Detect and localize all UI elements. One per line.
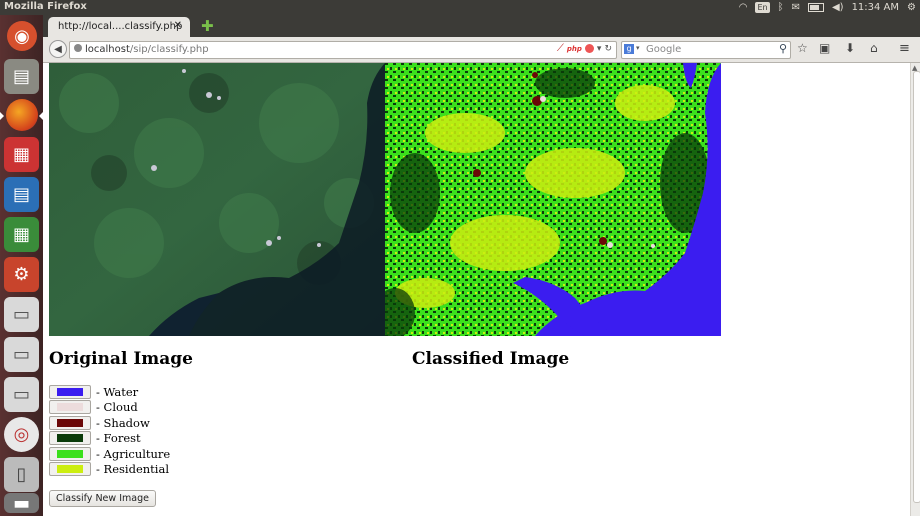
legend-label: - Water [96, 384, 139, 399]
search-placeholder: Google [646, 44, 682, 55]
legend-row: - Shadow [49, 415, 170, 431]
window-title: Mozilla Firefox [4, 1, 87, 12]
legend-swatch-button[interactable] [49, 431, 91, 446]
bookmark-star-icon[interactable]: ☆ [797, 41, 808, 55]
system-top-bar: Mozilla Firefox ◠ En ᛒ ✉ ◀) 11:34 AM ⚙ [0, 0, 920, 15]
url-extras: ⟋ php ▾ ↻ [557, 43, 612, 54]
menu-icon[interactable]: ≡ [899, 41, 910, 56]
legend-label: - Residential [96, 462, 169, 477]
home-icon[interactable]: ⌂ [870, 41, 878, 55]
downloads-icon[interactable]: ⬇ [845, 41, 855, 55]
legend-label: - Cloud [96, 400, 138, 415]
legend-row: - Cloud [49, 400, 170, 416]
search-engine-dropdown-icon[interactable]: ▾ [636, 44, 640, 52]
legend-swatch-button[interactable] [49, 446, 91, 461]
legend-color-swatch [57, 434, 83, 443]
google-engine-icon[interactable]: g [624, 44, 634, 54]
legend-label: - Forest [96, 431, 141, 446]
vertical-scrollbar[interactable]: ▲ [910, 63, 920, 516]
legend-color-swatch [57, 449, 83, 458]
legend-swatch-button[interactable] [49, 400, 91, 415]
clock[interactable]: 11:34 AM [852, 0, 899, 15]
trash-icon[interactable]: ▬ [4, 493, 39, 514]
system-tray: ◠ En ᛒ ✉ ◀) 11:34 AM ⚙ [739, 0, 916, 15]
calc-icon[interactable]: ▦ [4, 217, 39, 252]
dropdown-arrow-icon[interactable]: ▾ [597, 44, 602, 54]
drive-icon[interactable]: ▭ [4, 377, 39, 412]
scrollbar-thumb[interactable] [913, 71, 920, 503]
site-identity-icon[interactable] [74, 44, 82, 52]
original-image-caption: Original Image [49, 349, 193, 369]
bluetooth-icon[interactable]: ᛒ [778, 0, 784, 15]
url-host: localhost [85, 44, 130, 55]
tab-title: http://local....classify.php [58, 21, 183, 32]
active-app-indicator [0, 112, 4, 120]
php-extension-badge[interactable]: php [567, 45, 582, 53]
volume-icon[interactable]: ◀) [832, 0, 844, 15]
legend-color-swatch [57, 403, 83, 412]
legend-label: - Shadow [96, 415, 150, 430]
page-content: Original Image Classified Image - Water -… [43, 63, 910, 516]
url-bar[interactable]: localhost/sip/classify.php ⟋ php ▾ ↻ [69, 41, 617, 59]
new-tab-icon[interactable]: ✚ [201, 17, 214, 35]
wifi-icon[interactable]: ◠ [739, 0, 748, 15]
classify-new-image-button[interactable]: Classify New Image [49, 490, 156, 507]
system-settings-icon[interactable]: ⚙ [4, 257, 39, 292]
class-legend: - Water - Cloud - Shadow - Forest - Agricult… [49, 384, 170, 477]
classified-image-caption: Classified Image [412, 349, 570, 369]
firefox-icon[interactable] [6, 99, 38, 131]
legend-label: - Agriculture [96, 446, 171, 461]
drive-icon[interactable]: ▭ [4, 297, 39, 332]
back-button[interactable]: ◀ [49, 40, 67, 58]
url-path: /sip/classify.php [129, 44, 209, 55]
legend-color-swatch [57, 465, 83, 474]
ubuntu-extension-icon[interactable] [584, 44, 594, 53]
keyboard-layout-indicator[interactable]: En [755, 2, 770, 13]
writer-icon[interactable]: ▤ [4, 177, 39, 212]
original-satellite-image [49, 63, 385, 336]
browser-tab[interactable]: http://local....classify.php ✕ [48, 17, 190, 37]
search-icon[interactable]: ⚲ [779, 42, 787, 55]
legend-color-swatch [57, 387, 83, 396]
search-bar[interactable]: g ▾ Google ⚲ [621, 41, 791, 59]
legend-swatch-button[interactable] [49, 384, 91, 399]
ubuntu-dash-icon[interactable]: ◉ [7, 21, 37, 51]
files-icon[interactable]: ▤ [4, 59, 39, 94]
legend-swatch-button[interactable] [49, 462, 91, 477]
cd-icon[interactable]: ◎ [4, 417, 39, 452]
classified-image [385, 63, 721, 336]
url-text: localhost/sip/classify.php [85, 44, 209, 55]
bookmarks-menu-icon[interactable]: ▣ [819, 41, 830, 55]
legend-row: - Residential [49, 462, 170, 478]
legend-row: - Forest [49, 431, 170, 447]
legend-swatch-button[interactable] [49, 415, 91, 430]
close-tab-icon[interactable]: ✕ [174, 20, 182, 31]
drive-icon[interactable]: ▭ [4, 337, 39, 372]
settings-gear-icon[interactable]: ⚙ [907, 0, 916, 15]
battery-icon[interactable] [807, 3, 824, 12]
legend-color-swatch [57, 418, 83, 427]
navigation-toolbar: ◀ localhost/sip/classify.php ⟋ php ▾ ↻ g… [43, 37, 920, 63]
tab-strip: http://local....classify.php ✕ ✚ [43, 15, 920, 37]
feather-extension-icon[interactable]: ⟋ [557, 43, 564, 54]
mail-icon[interactable]: ✉ [792, 0, 800, 15]
impress-icon[interactable]: ▦ [4, 137, 39, 172]
unity-launcher: ◉ ▤ ▦ ▤ ▦ ⚙ ▭ ▭ ▭ ◎ ▯ ▬ [0, 15, 43, 516]
reload-icon[interactable]: ↻ [604, 44, 612, 54]
legend-row: - Water [49, 384, 170, 400]
legend-row: - Agriculture [49, 446, 170, 462]
media-player-icon[interactable]: ▯ [4, 457, 39, 492]
